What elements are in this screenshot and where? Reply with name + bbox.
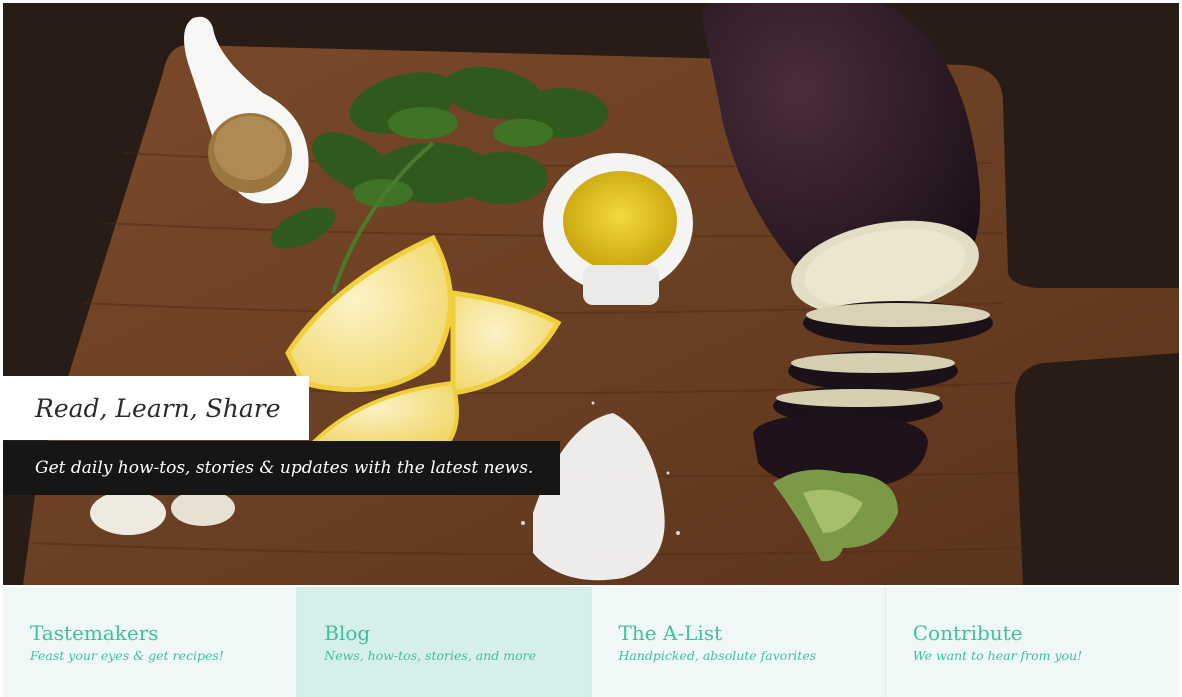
nav-tile-title: Contribute: [912, 621, 1023, 645]
nav-tile-subtitle: We want to hear from you!: [912, 648, 1083, 663]
hero-title: Read, Learn, Share: [3, 376, 309, 440]
hero-subtitle: Get daily how-tos, stories & updates wit…: [3, 441, 560, 495]
nav-tile-title: Tastemakers: [30, 621, 159, 645]
nav-tile-subtitle: Feast your eyes & get recipes!: [30, 648, 224, 663]
page: Read, Learn, Share Get daily how-tos, st…: [0, 0, 1182, 697]
nav-tile-subtitle: News, how-tos, stories, and more: [324, 648, 536, 663]
nav-tile-blog[interactable]: Blog News, how-tos, stories, and more: [297, 587, 592, 697]
hero-banner[interactable]: [3, 3, 1179, 585]
nav-tile-title: Blog: [324, 621, 371, 645]
nav-tile-tastemakers[interactable]: Tastemakers Feast your eyes & get recipe…: [3, 587, 298, 697]
nav-tile-subtitle: Handpicked, absolute favorites: [618, 648, 817, 663]
section-nav: Tastemakers Feast your eyes & get recipe…: [3, 587, 1179, 697]
hero-food-photo: [3, 3, 1179, 585]
nav-tile-title: The A-List: [618, 621, 723, 645]
nav-tile-contribute[interactable]: Contribute We want to hear from you!: [885, 587, 1179, 697]
nav-tile-a-list[interactable]: The A-List Handpicked, absolute favorite…: [591, 587, 886, 697]
